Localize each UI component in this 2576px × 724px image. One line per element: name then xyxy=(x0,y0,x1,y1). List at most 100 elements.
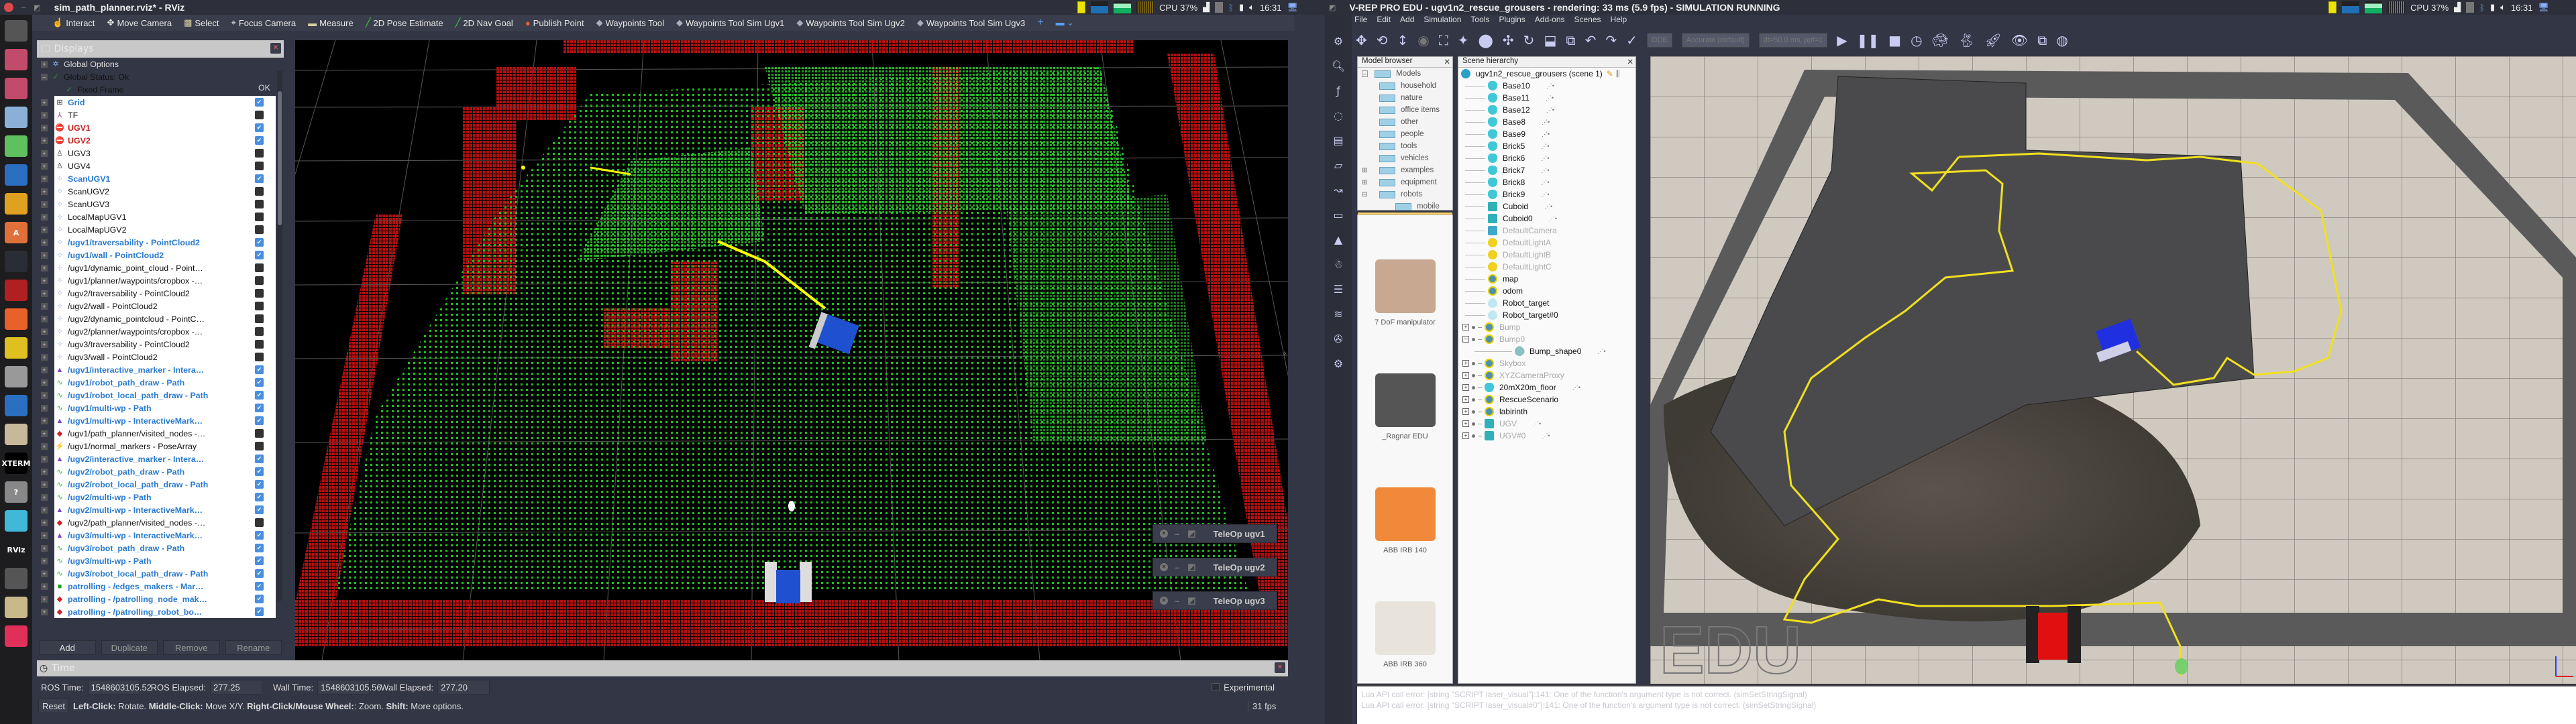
trash-icon[interactable] xyxy=(5,625,28,647)
display-item[interactable]: + ∿ /ugv2/multi-wp - Path ✔ xyxy=(41,491,276,503)
software-center-icon[interactable]: A xyxy=(5,222,28,243)
user-settings-icon[interactable]: ▭ xyxy=(1333,208,1343,221)
xterm-icon[interactable]: XTERM xyxy=(2,452,30,474)
display-item[interactable]: + ◆ /ugv2/path_planner/visited_nodes -… xyxy=(41,516,276,529)
expand-toggle[interactable]: – xyxy=(1462,336,1469,343)
model-folder[interactable]: office items xyxy=(1358,104,1452,116)
expand-button[interactable]: + xyxy=(41,442,48,450)
minimize-window-button[interactable]: – xyxy=(21,3,25,11)
display-enable-checkbox[interactable]: ✔ xyxy=(255,174,264,183)
display-item[interactable]: + ∿ /ugv3/multi-wp - Path ✔ xyxy=(41,554,276,567)
expand-button[interactable]: + xyxy=(41,544,48,552)
display-enable-checkbox[interactable]: ✔ xyxy=(255,365,264,374)
redo-icon[interactable]: ↷ xyxy=(1605,32,1617,48)
scene-object[interactable]: Cuboid0 ⋰• xyxy=(1458,213,1635,225)
scene-object[interactable]: – Bump0 xyxy=(1458,333,1635,345)
display-item[interactable]: + ■ patrolling - /edges_makers - Mar… ✔ xyxy=(41,580,276,593)
scene-object[interactable]: + RescueScenario xyxy=(1458,394,1635,406)
expand-button[interactable]: + xyxy=(41,111,48,119)
global-options-row[interactable]: + ✲ Global Options xyxy=(37,58,276,70)
expand-toggle[interactable]: + xyxy=(1462,432,1469,439)
path-edit-icon[interactable]: ↝ xyxy=(1334,184,1342,196)
display-enable-checkbox[interactable] xyxy=(255,111,264,119)
menu-add-ons[interactable]: Add-ons xyxy=(1535,15,1565,27)
display-enable-checkbox[interactable] xyxy=(255,442,264,450)
display-enable-checkbox[interactable] xyxy=(255,340,264,349)
expand-button[interactable]: + xyxy=(41,264,48,272)
display-item[interactable]: + ∿ /ugv1/robot_local_path_draw - Path ✔ xyxy=(41,389,276,402)
timestep-select[interactable]: dt=50.0 ms, ppf=1 xyxy=(1758,33,1828,48)
expand-toggle[interactable]: + xyxy=(1462,396,1469,403)
display-enable-checkbox[interactable]: ✔ xyxy=(255,391,264,400)
menu-simulation[interactable]: Simulation xyxy=(1424,15,1461,27)
expand-button[interactable]: + xyxy=(41,417,48,424)
tool-select[interactable]: ▩ Select xyxy=(184,17,219,28)
scene-object[interactable]: + Bump xyxy=(1458,321,1635,333)
teleop-ugv3-window[interactable]: ✕ – ◩ TeleOp ugv3 xyxy=(1152,591,1277,610)
volume-icon[interactable]: 🔈︎ xyxy=(2500,2,2506,13)
expand-button[interactable]: + xyxy=(41,137,48,144)
close-panel-button[interactable]: ✕ xyxy=(270,43,281,54)
display-enable-checkbox[interactable]: ✔ xyxy=(255,582,264,591)
vrep-3d-viewport[interactable]: EDU xyxy=(1650,56,2576,684)
expand-button[interactable]: + xyxy=(41,493,48,501)
display-item[interactable]: + ∿ /ugv1/robot_path_draw - Path ✔ xyxy=(41,376,276,389)
display-enable-checkbox[interactable]: ✔ xyxy=(255,595,264,603)
close-window-button[interactable] xyxy=(4,3,13,12)
close-icon[interactable]: ✕ xyxy=(1160,530,1168,538)
display-item[interactable]: + ⅄ TF xyxy=(41,109,276,121)
scene-object[interactable]: Cuboid ⋰• xyxy=(1458,200,1635,213)
green-cube-icon[interactable] xyxy=(5,135,28,157)
display-item[interactable]: + ∿ /ugv1/multi-wp - Path ✔ xyxy=(41,402,276,414)
display-enable-checkbox[interactable]: ✔ xyxy=(255,480,264,489)
scene-object[interactable]: Base12 ⋰• xyxy=(1458,104,1635,116)
display-item[interactable]: + ⁘ /ugv2/dynamic_pointcloud - PointC… xyxy=(41,312,276,325)
expand-button[interactable]: + xyxy=(41,583,48,590)
video-recorder-icon[interactable]: ✇ xyxy=(1334,333,1342,345)
faster-icon[interactable]: 🐇︎ xyxy=(1958,32,1975,48)
chrome-icon[interactable] xyxy=(5,193,28,215)
display-item[interactable]: + ♙ UGV3 xyxy=(41,147,276,160)
tool-interact[interactable]: ☝ Interact xyxy=(52,17,95,28)
display-item[interactable]: + ▲ /ugv1/interactive_marker - Intera… ✔ xyxy=(41,363,276,376)
expand-button[interactable]: + xyxy=(41,226,48,233)
display-item[interactable]: + ◆ patrolling - /patrolling_node_mak… ✔ xyxy=(41,593,276,605)
display-enable-checkbox[interactable] xyxy=(255,518,264,527)
display-item[interactable]: + ◆ patrolling - /patrolling_robot_bo… ✔ xyxy=(41,605,276,618)
display-enable-checkbox[interactable] xyxy=(255,200,264,208)
expand-button[interactable]: + xyxy=(41,404,48,412)
scene-object[interactable]: odom xyxy=(1458,285,1635,297)
cube-app-icon-2[interactable] xyxy=(5,78,28,99)
display-enable-checkbox[interactable] xyxy=(255,353,264,361)
scene-object[interactable]: Brick8 ⋰• xyxy=(1458,176,1635,188)
expand-button[interactable]: + xyxy=(41,60,48,68)
toggle-app-icon[interactable] xyxy=(5,251,28,272)
visualization-toggle-icon[interactable]: 👁︎ xyxy=(2011,32,2028,48)
model-folder[interactable]: mobile xyxy=(1358,200,1452,213)
expand-button[interactable]: + xyxy=(41,379,48,386)
model-folder[interactable]: ⊞ equipment xyxy=(1358,176,1452,188)
notes-indicator-icon[interactable] xyxy=(2328,1,2337,13)
display-enable-checkbox[interactable]: ✔ xyxy=(255,98,264,107)
display-item[interactable]: + ⁘ /ugv1/planner/waypoints/cropbox -… xyxy=(41,274,276,287)
camera-rotate-icon[interactable]: ⟲ xyxy=(1377,32,1388,48)
scene-object[interactable]: DefaultCamera xyxy=(1458,225,1635,237)
click-select-icon[interactable]: ⬤ xyxy=(1479,32,1493,48)
scene-object[interactable]: Brick5 ⋰• xyxy=(1458,140,1635,152)
minimize-icon[interactable]: – xyxy=(1175,596,1179,606)
collections-icon[interactable]: ◌ xyxy=(1334,109,1343,122)
display-item[interactable]: + ⁘ /ugv3/traversability - PointCloud2 xyxy=(41,338,276,351)
display-item[interactable]: + ⛔ UGV2 ✔ xyxy=(41,134,276,147)
scene-selector-icon[interactable]: ◍ xyxy=(2056,32,2068,48)
scene-object[interactable]: Bump_shape0 ⋰• xyxy=(1458,345,1635,358)
display-enable-checkbox[interactable] xyxy=(255,327,264,336)
tool-2d-pose-estimate[interactable]: ╱ 2D Pose Estimate xyxy=(366,17,443,28)
expand-button[interactable]: + xyxy=(41,468,48,475)
scene-object[interactable]: DefaultLightC xyxy=(1458,261,1635,273)
display-enable-checkbox[interactable]: ✔ xyxy=(255,416,264,425)
signal-icon[interactable]: ▟ xyxy=(1203,2,1210,13)
bluetooth-icon[interactable]: ᛒ xyxy=(1228,3,1234,13)
interactive-marker[interactable] xyxy=(788,501,795,511)
help-icon[interactable]: ? xyxy=(5,481,28,503)
scene-object[interactable]: Brick7 ⋰• xyxy=(1458,164,1635,176)
